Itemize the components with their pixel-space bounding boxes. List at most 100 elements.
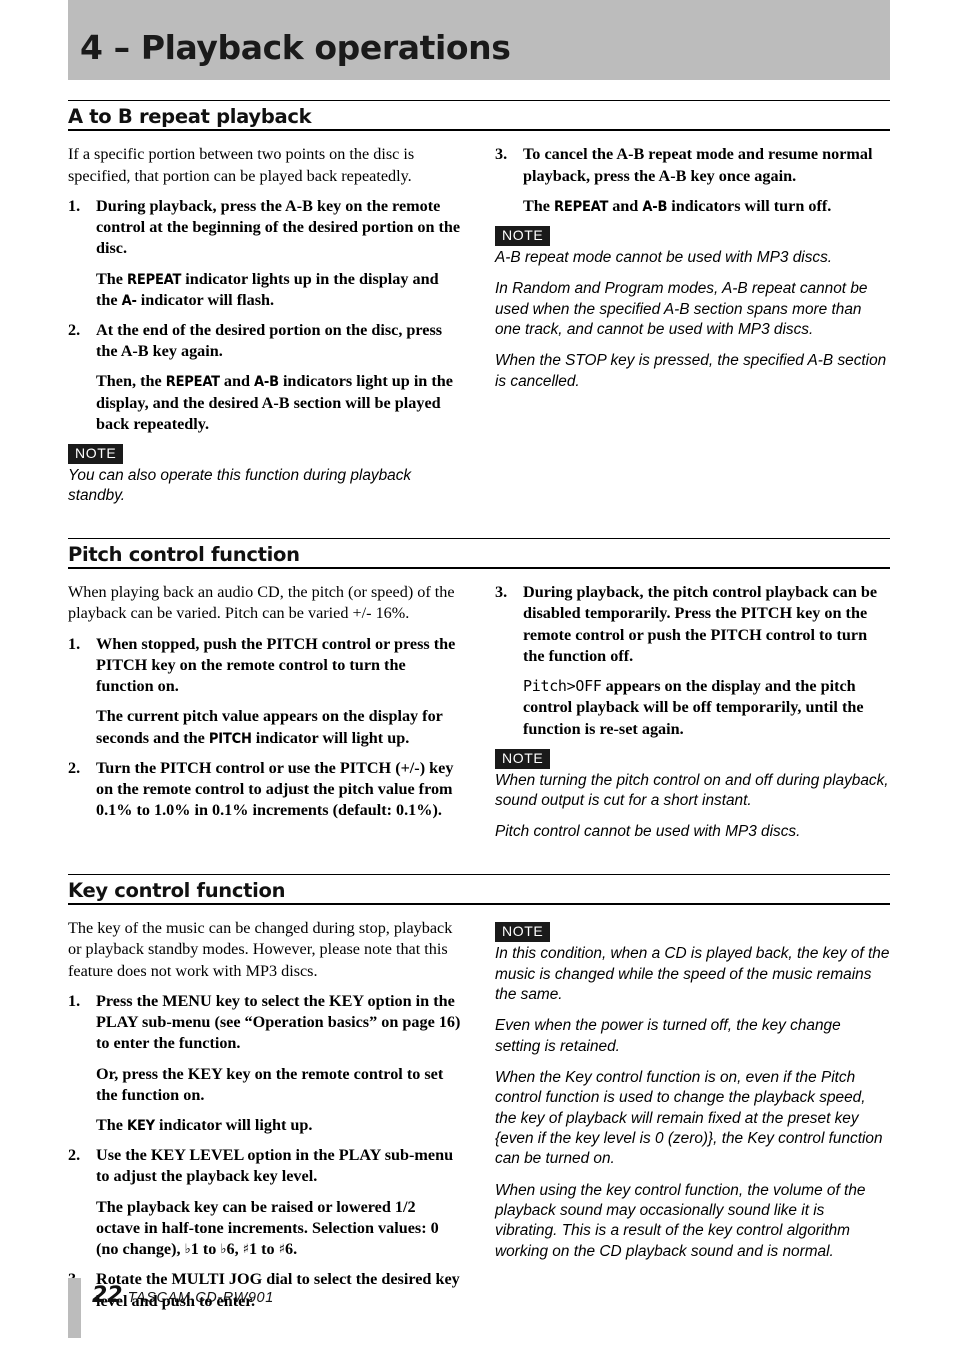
- sub-text-post: indicators will turn off.: [667, 196, 832, 215]
- note-paragraph: You can also operate this function durin…: [68, 467, 412, 505]
- note-paragraph: In this condition, when a CD is played b…: [495, 945, 890, 1003]
- indicator-label: A-B: [254, 374, 279, 391]
- section-heading-rule: Pitch control function: [68, 537, 890, 570]
- step-text: During playback, press the A-B key on th…: [96, 196, 461, 258]
- step-text: Use the KEY LEVEL option in the PLAY sub…: [96, 1146, 454, 1186]
- column-left: The key of the music can be changed duri…: [68, 918, 463, 1321]
- section-heading-rule: A to B repeat playback: [68, 100, 890, 132]
- section-key-control-function: Key control function The key of the musi…: [68, 873, 890, 1321]
- note-paragraph: When using the key control function, the…: [495, 1181, 866, 1260]
- column-right: 3. To cancel the A-B repeat mode and res…: [495, 144, 890, 517]
- section-title: Key control function: [68, 878, 286, 902]
- sub-text-post: indicator will light up.: [251, 728, 410, 747]
- display-readout-text: Pitch>OFF: [523, 677, 602, 696]
- indicator-label: REPEAT: [127, 271, 182, 288]
- footer-accent-bar: [68, 1278, 81, 1338]
- page-footer: 22 TASCAM CD-RW901: [92, 1283, 274, 1308]
- note-paragraph: When turning the pitch control on and of…: [495, 771, 889, 810]
- step-item: 3. During playback, the pitch control pl…: [495, 582, 890, 667]
- sub-text-to: to: [257, 1240, 279, 1259]
- step-sub-text: Pitch>OFF appears on the display and the…: [523, 676, 890, 740]
- section-title: A to B repeat playback: [68, 105, 312, 128]
- step-number: 1.: [68, 196, 81, 215]
- step-item: 2. Turn the PITCH control or use the PIT…: [68, 758, 463, 822]
- key-value: 6: [285, 1240, 294, 1259]
- note-badge: NOTE: [495, 748, 551, 769]
- step-item: 1. Press the MENU key to select the KEY …: [68, 991, 463, 1055]
- step-sub-text: The current pitch value appears on the d…: [96, 706, 463, 748]
- section-title: Pitch control function: [68, 542, 300, 566]
- indicator-label: KEY: [127, 1117, 155, 1134]
- indicator-label: REPEAT: [554, 198, 609, 215]
- step-sub-text: The playback key can be raised or lowere…: [96, 1197, 463, 1261]
- note-badge: NOTE: [495, 226, 551, 247]
- step-item: 3. To cancel the A-B repeat mode and res…: [495, 144, 890, 186]
- step-number: 2.: [68, 1146, 81, 1165]
- note-paragraph: When the STOP key is pressed, the specif…: [495, 352, 887, 390]
- step-text: At the end of the desired portion on the…: [96, 320, 443, 361]
- step-sub-text: Then, the REPEAT and A-B indicators ligh…: [96, 371, 463, 435]
- step-sub-text: The KEY indicator will light up.: [96, 1115, 463, 1136]
- intro-paragraph: The key of the music can be changed duri…: [68, 919, 453, 980]
- note-paragraph: A-B repeat mode cannot be used with MP3 …: [495, 249, 833, 267]
- column-left: When playing back an audio CD, the pitch…: [68, 582, 463, 854]
- indicator-label: A-B: [642, 198, 668, 215]
- note-block: NOTE You can also operate this function …: [68, 444, 463, 507]
- step-number: 3.: [495, 583, 508, 602]
- sub-text-mid: and: [608, 196, 643, 215]
- two-column-body: The key of the music can be changed duri…: [68, 918, 890, 1321]
- note-block: NOTE When turning the pitch control on a…: [495, 748, 890, 843]
- page-number: 22: [92, 1283, 123, 1308]
- sub-text-to: to: [198, 1240, 221, 1259]
- key-value: 6: [226, 1240, 235, 1259]
- intro-paragraph: If a specific portion between two points…: [68, 145, 415, 185]
- intro-paragraph: When playing back an audio CD, the pitch…: [68, 583, 455, 623]
- step-item: 1. When stopped, push the PITCH control …: [68, 634, 463, 698]
- step-sub-text: The REPEAT indicator lights up in the di…: [96, 269, 463, 311]
- indicator-label: PITCH: [208, 730, 252, 747]
- section-pitch-control-function: Pitch control function When playing back…: [68, 537, 890, 854]
- sub-text-pre: The: [96, 1115, 128, 1134]
- note-paragraph: In Random and Program modes, A-B repeat …: [495, 280, 868, 339]
- step-number: 2.: [68, 320, 81, 339]
- column-right: NOTE In this condition, when a CD is pla…: [495, 918, 890, 1321]
- note-paragraph: Even when the power is turned off, the k…: [495, 1017, 841, 1055]
- note-block: NOTE In this condition, when a CD is pla…: [495, 922, 890, 1262]
- note-block: NOTE A-B repeat mode cannot be used with…: [495, 226, 890, 392]
- sub-text-comma: ,: [234, 1240, 243, 1259]
- step-sub-text: Or, press the KEY key on the remote cont…: [96, 1064, 444, 1104]
- note-badge: NOTE: [68, 444, 124, 465]
- chapter-title: 4 – Playback operations: [80, 28, 511, 67]
- step-text: Press the MENU key to select the KEY opt…: [96, 991, 461, 1053]
- step-text: During playback, the pitch control playb…: [523, 583, 878, 665]
- step-item: 2. Use the KEY LEVEL option in the PLAY …: [68, 1145, 463, 1187]
- footer-model-name: TASCAM CD-RW901: [127, 1290, 274, 1306]
- note-paragraph: When the Key control function is on, eve…: [495, 1068, 883, 1168]
- step-sub-text: The REPEAT and A-B indicators will turn …: [523, 196, 890, 217]
- step-text: Turn the PITCH control or use the PITCH …: [96, 758, 454, 820]
- sub-text-period: .: [293, 1240, 298, 1259]
- note-paragraph: Pitch control cannot be used with MP3 di…: [495, 823, 801, 841]
- step-item: 2. At the end of the desired portion on …: [68, 320, 463, 362]
- key-value: 1: [249, 1240, 258, 1259]
- sub-text-pre: The: [523, 196, 555, 215]
- two-column-body: When playing back an audio CD, the pitch…: [68, 582, 890, 854]
- step-number: 1.: [68, 991, 81, 1010]
- indicator-label: A-: [121, 292, 137, 309]
- sub-text-post: indicator will light up.: [154, 1115, 313, 1134]
- indicator-label: REPEAT: [165, 374, 220, 391]
- step-number: 3.: [495, 145, 508, 164]
- page-content: A to B repeat playback If a specific por…: [68, 80, 890, 1321]
- section-heading-rule: Key control function: [68, 873, 890, 906]
- key-value: 1: [190, 1240, 199, 1259]
- sub-text-pre: Then, the: [96, 372, 166, 391]
- step-number: 2.: [68, 758, 81, 777]
- sub-text-post: indicator will flash.: [136, 290, 275, 309]
- sub-text-mid: and: [219, 372, 255, 391]
- step-item: 1. During playback, press the A-B key on…: [68, 196, 463, 260]
- step-number: 1.: [68, 634, 81, 653]
- step-text: To cancel the A-B repeat mode and resume…: [523, 145, 873, 185]
- sub-text-pre: The: [96, 269, 128, 288]
- section-a-to-b-repeat-playback: A to B repeat playback If a specific por…: [68, 100, 890, 518]
- column-right: 3. During playback, the pitch control pl…: [495, 582, 890, 854]
